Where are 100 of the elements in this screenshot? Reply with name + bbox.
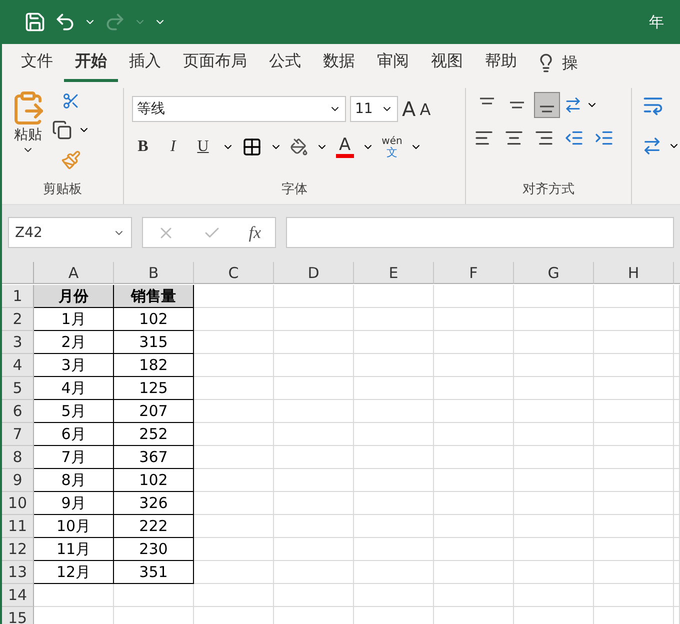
grid-cell[interactable] [674, 492, 680, 515]
grid-cell[interactable] [594, 561, 674, 584]
grid-cell[interactable] [594, 423, 674, 446]
grid-cell[interactable] [674, 400, 680, 423]
font-color-button[interactable]: A [336, 136, 354, 158]
grid-cell[interactable] [594, 446, 674, 469]
ribbon-tab[interactable]: 视图 [420, 44, 474, 82]
grid-cell[interactable] [674, 584, 680, 607]
grid-cell[interactable] [514, 561, 594, 584]
grid-cell[interactable] [194, 446, 274, 469]
row-header[interactable]: 11 [2, 515, 34, 538]
fill-color-icon[interactable] [290, 138, 308, 156]
row-header[interactable]: 7 [2, 423, 34, 446]
grid-cell[interactable] [354, 538, 434, 561]
grid-cell[interactable] [434, 561, 514, 584]
shrink-font-button[interactable]: A [420, 100, 431, 118]
grid-cell[interactable] [194, 515, 274, 538]
grid-cell[interactable] [434, 400, 514, 423]
row-header[interactable]: 10 [2, 492, 34, 515]
ribbon-tab[interactable]: 页面布局 [172, 44, 258, 82]
ribbon-tab[interactable]: 审阅 [366, 44, 420, 82]
grid-cell[interactable] [274, 423, 354, 446]
grid-cell[interactable] [434, 469, 514, 492]
grid-cell[interactable] [674, 354, 680, 377]
undo-icon[interactable] [54, 11, 76, 33]
row-header[interactable]: 5 [2, 377, 34, 400]
grid-cell[interactable] [354, 354, 434, 377]
grid-cell[interactable] [594, 469, 674, 492]
row-header[interactable]: 2 [2, 308, 34, 331]
ribbon-tab[interactable]: 公式 [258, 44, 312, 82]
grid-cell[interactable] [594, 492, 674, 515]
grid-cell[interactable] [354, 446, 434, 469]
grid-cell[interactable] [434, 285, 514, 308]
grid-cell[interactable] [274, 308, 354, 331]
select-all-corner[interactable] [2, 262, 34, 284]
grid-cell[interactable] [674, 515, 680, 538]
grid-cell[interactable] [594, 285, 674, 308]
grid-cell[interactable] [274, 492, 354, 515]
grid-cell[interactable] [514, 354, 594, 377]
grid-cell[interactable] [514, 400, 594, 423]
row-header[interactable]: 12 [2, 538, 34, 561]
grid-cell[interactable] [354, 515, 434, 538]
grid-cell[interactable] [674, 538, 680, 561]
row-header[interactable]: 9 [2, 469, 34, 492]
grid-cell[interactable] [514, 446, 594, 469]
grid-cell[interactable] [194, 423, 274, 446]
row-header[interactable]: 4 [2, 354, 34, 377]
ribbon-tab[interactable]: 数据 [312, 44, 366, 82]
grid-cell[interactable] [594, 584, 674, 607]
grid-cell[interactable] [354, 377, 434, 400]
grid-cell[interactable] [354, 400, 434, 423]
grid-cell[interactable] [354, 584, 434, 607]
row-header[interactable]: 14 [2, 584, 34, 607]
paste-button[interactable]: 粘贴 [10, 88, 46, 180]
grid-cell[interactable] [674, 423, 680, 446]
column-header[interactable]: F [434, 262, 514, 284]
ribbon-tab[interactable]: 插入 [118, 44, 172, 82]
grid-cell[interactable] [594, 377, 674, 400]
grid-cell[interactable] [514, 308, 594, 331]
grid-cell[interactable] [274, 331, 354, 354]
grid-cell[interactable] [274, 400, 354, 423]
grid-cell[interactable] [354, 492, 434, 515]
row-header[interactable]: 6 [2, 400, 34, 423]
grid-cell[interactable] [194, 584, 274, 607]
grid-cell[interactable] [274, 561, 354, 584]
bold-button[interactable]: B [132, 138, 154, 156]
grid-cell[interactable] [514, 538, 594, 561]
grid-cell[interactable] [674, 377, 680, 400]
grid-cell[interactable] [434, 538, 514, 561]
row-header[interactable]: 15 [2, 607, 34, 624]
grid-cell[interactable] [434, 331, 514, 354]
grid-cell[interactable] [194, 561, 274, 584]
grid-cell[interactable] [274, 538, 354, 561]
grid-cell[interactable] [194, 285, 274, 308]
grid-cell[interactable] [194, 538, 274, 561]
grow-font-button[interactable]: A [402, 97, 416, 121]
grid-cell[interactable] [354, 561, 434, 584]
ribbon-tab[interactable]: 文件 [10, 44, 64, 82]
grid-cell[interactable] [674, 308, 680, 331]
grid-cell[interactable] [674, 561, 680, 584]
grid-cell[interactable] [594, 331, 674, 354]
grid-cell[interactable] [514, 377, 594, 400]
phonetic-guide-button[interactable]: wén 文 [382, 136, 402, 158]
grid-cell[interactable] [674, 285, 680, 308]
formula-field[interactable] [286, 217, 674, 248]
name-box[interactable]: Z42 [8, 217, 132, 248]
grid-cell[interactable] [354, 423, 434, 446]
grid-cell[interactable] [514, 285, 594, 308]
grid-cell[interactable] [194, 492, 274, 515]
grid-cell[interactable] [514, 469, 594, 492]
grid-cell[interactable] [594, 308, 674, 331]
grid-cell[interactable] [354, 469, 434, 492]
grid-cell[interactable] [274, 377, 354, 400]
grid-cell[interactable] [434, 515, 514, 538]
grid-cell[interactable] [194, 354, 274, 377]
format-painter-icon[interactable] [61, 150, 81, 170]
grid-cell[interactable] [194, 469, 274, 492]
grid-cell[interactable] [594, 515, 674, 538]
grid-cell[interactable] [354, 331, 434, 354]
grid-cell[interactable] [114, 584, 194, 607]
